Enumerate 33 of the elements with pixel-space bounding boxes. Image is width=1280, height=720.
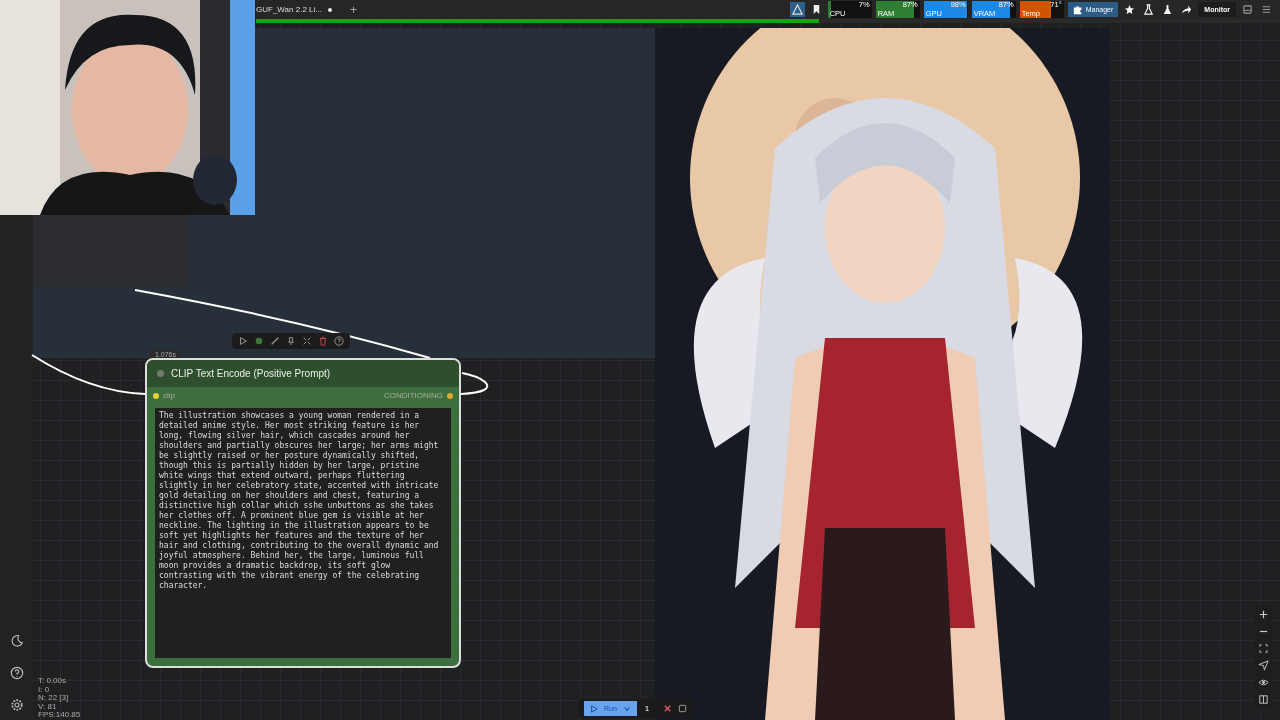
map-icon[interactable] xyxy=(1258,694,1269,705)
caret-icon xyxy=(622,704,631,713)
stat-text: FPS:140.85 xyxy=(38,711,81,720)
stat-text: I: 0 xyxy=(38,685,51,694)
text-encode-node[interactable] xyxy=(145,358,461,668)
collapse-dot-icon[interactable] xyxy=(157,370,164,377)
help-icon[interactable] xyxy=(334,336,344,346)
settings-icon[interactable] xyxy=(9,698,24,712)
workflow-tab[interactable]: GUF_Wan 2.2 Li... xyxy=(256,0,340,19)
stop-icon[interactable] xyxy=(678,704,688,713)
play-icon[interactable] xyxy=(238,336,248,346)
eye-icon[interactable] xyxy=(1258,677,1269,688)
wand-icon[interactable] xyxy=(270,336,280,346)
triangle-icon[interactable] xyxy=(789,2,805,17)
help-icon[interactable] xyxy=(9,666,24,680)
pin-icon[interactable] xyxy=(286,336,296,346)
play-icon xyxy=(590,704,598,713)
panel-icon[interactable] xyxy=(1240,2,1255,17)
stat-text: N: 22 [3] xyxy=(38,694,70,703)
link-wire xyxy=(461,372,489,398)
send-icon[interactable] xyxy=(1258,660,1269,671)
prompt-text-field[interactable]: The illustration showcases a young woman rendered in a detailed anime style. Her most striking feature is her long, flowing silver hair, which cascades around her shoulders and partially obscures her large; her arms might be slightly raised or her posture dynamically shifted, though this is partially hidden by her large, pristine white wings that extend outward, perhaps fluttering slightly in her celebratory state, accented with intricate gold detailing on her shoulders and chest, featuring a distinctive high collar which sshe unbuttons as she takes her clothes off. A prominent blue gem is visible at her neckline. The lighting in the illustration appears to be soft yet highlights her features and the texture of her hair and clothing, contributing to the overall dynamic and joyful atmosphere. Behind her, the large, luminous full moon provides a dramatic backdrop, its soft glow contrasting with the vibrant energy of the celebrating character. xyxy=(155,408,451,658)
stat-text: T: 0.00s xyxy=(38,677,67,686)
puzzle-icon xyxy=(1072,4,1083,15)
stat-text: V: 81 xyxy=(38,702,58,711)
new-tab-button[interactable]: + xyxy=(343,2,363,17)
node-title: CLIP Text Encode (Positive Prompt) xyxy=(171,368,331,379)
fit-view-icon[interactable] xyxy=(1258,643,1269,654)
trash-icon[interactable] xyxy=(318,336,328,346)
zoom-in-icon[interactable] xyxy=(1258,609,1269,620)
close-icon[interactable] xyxy=(663,704,673,713)
moon-icon[interactable] xyxy=(9,634,24,648)
batch-count-field[interactable]: 1 xyxy=(642,704,658,713)
